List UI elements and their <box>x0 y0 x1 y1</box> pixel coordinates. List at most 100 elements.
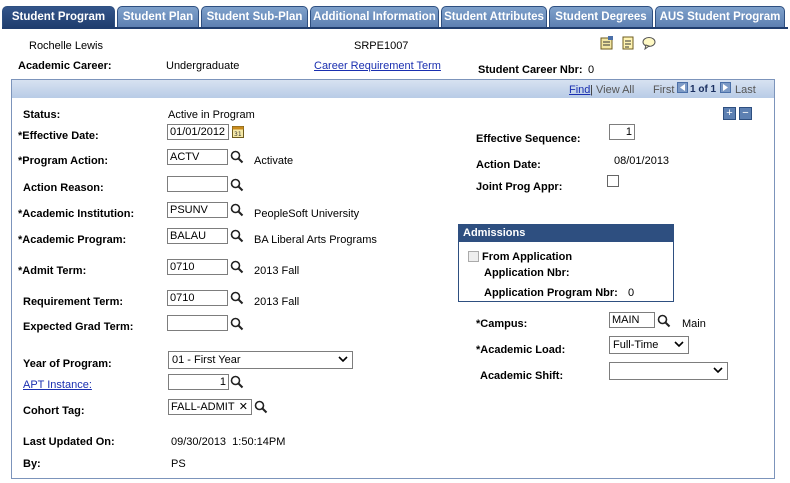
cohort-tag-label: Cohort Tag: <box>23 405 85 417</box>
last-updated-value: 09/30/2013 1:50:14PM <box>171 436 286 448</box>
next-row-icon[interactable] <box>720 82 731 93</box>
notepad-icon[interactable] <box>600 36 614 50</box>
academic-shift-label: Academic Shift: <box>480 370 564 382</box>
application-program-nbr-value: 0 <box>628 287 635 299</box>
student-name: Rochelle Lewis <box>29 40 103 52</box>
tab-underline <box>2 27 788 29</box>
clear-icon[interactable]: ✕ <box>239 400 248 414</box>
tab-student-attributes[interactable]: Student Attributes <box>441 6 547 27</box>
program-action-desc: Activate <box>254 155 294 167</box>
academic-load-select[interactable]: Full-Time <box>609 336 689 354</box>
action-date-value: 08/01/2013 <box>614 155 670 167</box>
application-nbr-label: Application Nbr: <box>484 267 570 279</box>
admit-term-label: *Admit Term: <box>18 265 87 277</box>
calendar-icon[interactable]: 31 <box>232 125 244 138</box>
requirement-term-desc: 2013 Fall <box>254 296 300 308</box>
chevron-down-icon <box>673 338 685 355</box>
career-requirement-term-link[interactable]: Career Requirement Term <box>314 60 441 72</box>
academic-institution-input[interactable]: PSUNV <box>167 202 228 218</box>
tab-student-program[interactable]: Student Program <box>2 6 115 28</box>
apt-instance-link[interactable]: APT Instance: <box>23 379 92 391</box>
chevron-down-icon <box>337 353 349 370</box>
tab-aus-student-program[interactable]: AUS Student Program <box>655 6 785 27</box>
comment-icon[interactable] <box>642 36 656 51</box>
effective-sequence-input[interactable]: 1 <box>609 124 635 140</box>
previous-row-icon[interactable] <box>677 82 688 93</box>
last-label: Last <box>735 84 756 96</box>
requirement-term-input[interactable]: 0710 <box>167 290 228 306</box>
academic-program-input[interactable]: BALAU <box>167 228 228 244</box>
academic-institution-label: *Academic Institution: <box>18 208 135 220</box>
chevron-down-icon <box>712 364 724 381</box>
svg-text:31: 31 <box>234 131 242 138</box>
lookup-admit-term-icon[interactable] <box>230 260 244 274</box>
lookup-academic-institution-icon[interactable] <box>230 203 244 217</box>
lookup-campus-icon[interactable] <box>657 314 671 328</box>
tab-student-plan[interactable]: Student Plan <box>117 6 199 27</box>
admit-term-desc: 2013 Fall <box>254 265 300 277</box>
year-of-program-label: Year of Program: <box>23 358 112 370</box>
view-all-link[interactable]: View All <box>596 84 634 96</box>
academic-load-value: Full-Time <box>613 339 659 351</box>
add-row-button[interactable]: + <box>723 107 736 120</box>
expected-grad-term-input[interactable] <box>167 315 228 331</box>
year-of-program-value: 01 - First Year <box>172 354 241 366</box>
from-application-label: From Application <box>482 251 573 263</box>
academic-career-label: Academic Career: <box>18 60 112 72</box>
joint-prog-appr-label: Joint Prog Appr: <box>476 181 563 193</box>
status-label: Status: <box>23 109 61 121</box>
nav-separator: | <box>590 84 593 96</box>
academic-career-value: Undergraduate <box>166 60 240 72</box>
status-value: Active in Program <box>168 109 255 121</box>
effective-date-input[interactable]: 01/01/2012 <box>167 124 229 140</box>
page-tabs: Student Program Student Plan Student Sub… <box>2 6 788 28</box>
application-program-nbr-label: Application Program Nbr: <box>484 287 618 299</box>
apt-instance-input[interactable]: 1 <box>168 374 229 390</box>
lookup-academic-program-icon[interactable] <box>230 229 244 243</box>
campus-input[interactable]: MAIN <box>609 312 655 328</box>
by-value: PS <box>171 458 186 470</box>
student-id: SRPE1007 <box>354 40 409 52</box>
effective-date-label: *Effective Date: <box>18 130 99 142</box>
by-label: By: <box>23 458 41 470</box>
campus-desc: Main <box>682 318 706 330</box>
program-action-label: *Program Action: <box>18 155 109 167</box>
action-reason-label: Action Reason: <box>23 182 104 194</box>
joint-prog-appr-checkbox[interactable] <box>607 175 619 187</box>
from-application-checkbox[interactable] <box>468 251 479 262</box>
first-label: First <box>653 84 675 96</box>
requirement-term-label: Requirement Term: <box>23 296 124 308</box>
lookup-program-action-icon[interactable] <box>230 150 244 164</box>
lookup-apt-instance-icon[interactable] <box>230 375 244 389</box>
year-of-program-select[interactable]: 01 - First Year <box>168 351 353 369</box>
lookup-cohort-tag-icon[interactable] <box>254 400 268 414</box>
tab-student-degrees[interactable]: Student Degrees <box>549 6 653 27</box>
tab-student-sub-plan[interactable]: Student Sub-Plan <box>201 6 308 27</box>
academic-shift-select[interactable] <box>609 362 728 380</box>
lookup-expected-grad-term-icon[interactable] <box>230 317 244 331</box>
academic-program-label: *Academic Program: <box>18 234 127 246</box>
program-action-input[interactable]: ACTV <box>167 149 228 165</box>
student-career-nbr-label: Student Career Nbr: <box>478 64 583 76</box>
expected-grad-term-label: Expected Grad Term: <box>23 321 134 333</box>
student-career-nbr-value: 0 <box>588 64 595 76</box>
last-updated-label: Last Updated On: <box>23 436 115 448</box>
action-date-label: Action Date: <box>476 159 541 171</box>
lookup-requirement-term-icon[interactable] <box>230 291 244 305</box>
academic-load-label: *Academic Load: <box>476 344 566 356</box>
cohort-tag-value: FALL-ADMIT <box>171 401 235 413</box>
campus-label: *Campus: <box>476 318 528 330</box>
effective-sequence-label: Effective Sequence: <box>476 133 581 145</box>
delete-row-button[interactable]: − <box>739 107 752 120</box>
academic-program-desc: BA Liberal Arts Programs <box>254 234 377 246</box>
lookup-action-reason-icon[interactable] <box>230 178 244 192</box>
action-reason-input[interactable] <box>167 176 228 192</box>
find-link[interactable]: Find <box>569 84 590 96</box>
cohort-tag-input[interactable]: FALL-ADMIT ✕ <box>168 399 252 415</box>
tab-additional-information[interactable]: Additional Information <box>310 6 439 27</box>
admit-term-input[interactable]: 0710 <box>167 259 228 275</box>
row-range: 1 of 1 <box>690 84 717 95</box>
admissions-title: Admissions <box>459 225 673 242</box>
document-icon[interactable] <box>621 36 635 50</box>
academic-institution-desc: PeopleSoft University <box>254 208 360 220</box>
